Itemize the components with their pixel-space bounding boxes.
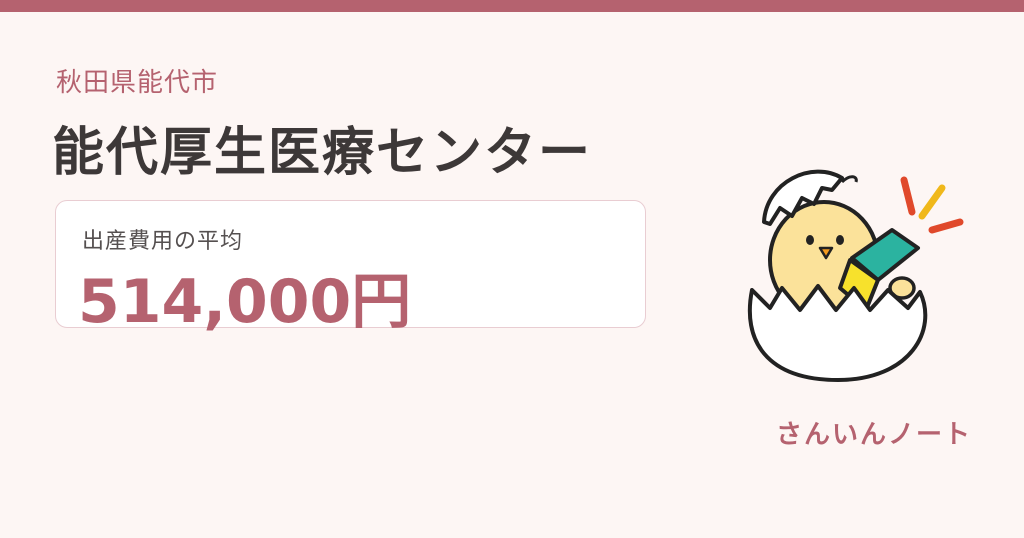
chick-in-eggshell-reading-icon [747, 169, 964, 382]
hospital-name: 能代厚生医療センター [52, 123, 593, 183]
cost-value: 514,000円 [78, 267, 412, 337]
brand-name: さんいんノート [776, 420, 973, 450]
top-accent-bar [0, 0, 1024, 12]
cost-card: 出産費用の平均 514,000円 [55, 200, 646, 337]
page: 秋田県能代市 能代厚生医療センター 出産費用の平均 514,000円 さんいんノ… [0, 0, 1024, 538]
location-label: 秋田県能代市 [56, 68, 219, 98]
cost-label: 出産費用の平均 [82, 229, 244, 254]
